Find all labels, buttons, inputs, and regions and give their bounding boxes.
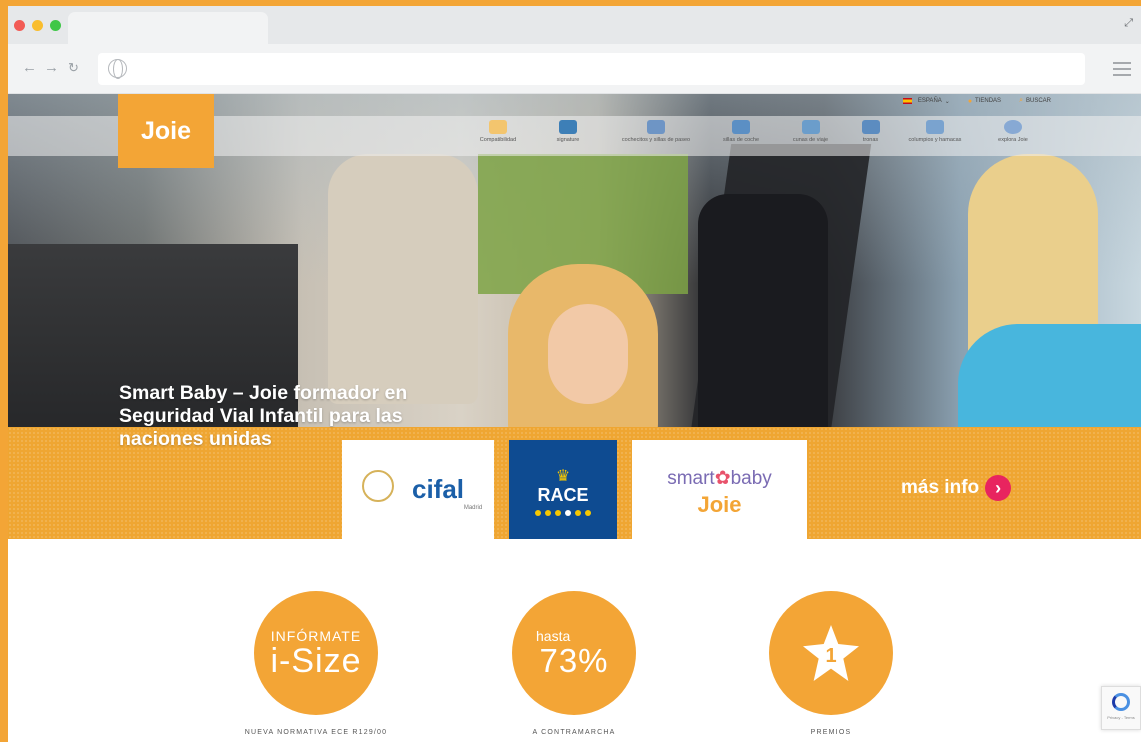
address-bar[interactable]: [98, 53, 1085, 85]
race-dots: [535, 509, 591, 516]
maximize-window-button[interactable]: [50, 20, 61, 31]
feature-isize[interactable]: INFÓRMATE i-Size NUEVA NORMATIVA ECE R12…: [226, 591, 406, 736]
nav-cunas-de-viaje[interactable]: cunas de viaje: [783, 116, 838, 143]
nav-cochecitos[interactable]: cochecitos y sillas de paseo: [606, 116, 706, 143]
feature-circle: INFÓRMATE i-Size: [254, 591, 378, 715]
joie-logo[interactable]: Joie: [118, 94, 214, 168]
hamburger-menu-icon[interactable]: [1113, 62, 1131, 80]
back-button[interactable]: ←: [22, 59, 37, 77]
close-window-button[interactable]: [14, 20, 25, 31]
smartbaby-logo[interactable]: smart✿baby Joie: [632, 440, 807, 539]
search-link[interactable]: ⌕ BUSCAR: [1019, 97, 1051, 105]
highchair-icon: [861, 120, 880, 134]
car-icon: [489, 120, 507, 134]
feature-circle: hasta 73%: [512, 591, 636, 715]
hero-section: Joie ESPAÑA ⌄ ● TIENDAS ⌕ BUSCAR Compatibil…: [8, 94, 1141, 539]
top-utility-nav: ESPAÑA ⌄ ● TIENDAS ⌕ BUSCAR: [902, 97, 1051, 105]
stores-link[interactable]: ● TIENDAS: [968, 97, 1001, 105]
browser-toolbar: ← → ↻: [8, 44, 1141, 94]
reload-button[interactable]: ↻: [68, 59, 79, 77]
globe-icon: [108, 59, 127, 79]
flower-icon: ✿: [714, 467, 731, 489]
tab-bar: ⤢: [8, 6, 1141, 44]
browser-window: ⤢ ← → ↻ Joie ESPAÑA⌄ ●TIENDAS ⌕BUSCAR: [8, 6, 1141, 742]
nav-compatibilidad[interactable]: Compatibilidad: [468, 116, 528, 143]
nav-tronas[interactable]: tronas: [853, 116, 888, 143]
travel-cot-icon: [801, 120, 820, 134]
car-seat-backrest-image: [328, 154, 478, 404]
language-selector[interactable]: ESPAÑA ⌄: [902, 97, 950, 105]
recaptcha-icon: [1112, 693, 1130, 711]
feature-contramarcha[interactable]: hasta 73% A CONTRAMARCHA: [484, 591, 664, 736]
cifal-emblem-icon: [362, 470, 394, 502]
chevron-down-icon: ⌄: [944, 98, 950, 105]
nav-signature[interactable]: signature: [543, 116, 593, 143]
fullscreen-icon[interactable]: ⤢: [1124, 17, 1133, 30]
search-icon: ⌕: [1019, 97, 1023, 104]
site-header: Joie ESPAÑA ⌄ ● TIENDAS ⌕ BUSCAR Compatibil…: [8, 94, 1141, 168]
hero-title: Smart Baby – Joie formador en Seguridad …: [119, 382, 408, 450]
star-icon: 1: [803, 625, 859, 681]
stroller-icon: [647, 120, 665, 134]
nav-sillas-de-coche[interactable]: sillas de coche: [716, 116, 766, 143]
cifal-logo[interactable]: cifal Madrid: [342, 440, 494, 539]
more-info-button[interactable]: más info ›: [901, 475, 1012, 501]
spain-flag-icon: [902, 98, 912, 104]
recaptcha-badge[interactable]: Privacy - Terms: [1101, 686, 1141, 730]
child-car-seat-image: [698, 194, 828, 444]
feature-premios[interactable]: 1 PREMIOS: [741, 591, 921, 736]
chevron-right-icon: ›: [985, 475, 1012, 501]
nav-columpios[interactable]: columpios y hamacas: [900, 116, 970, 143]
signature-icon: [559, 120, 577, 134]
browser-tab[interactable]: [68, 12, 268, 44]
heart-icon: [1004, 120, 1022, 134]
feature-circle: 1: [769, 591, 893, 715]
car-seat-icon: [732, 120, 750, 134]
nav-explora-joie[interactable]: explora Joie: [988, 116, 1038, 143]
location-pin-icon: ●: [967, 97, 973, 105]
category-nav: Compatibilidad signature cochecitos y si…: [468, 116, 1068, 156]
forward-button[interactable]: →: [44, 59, 59, 77]
features-section: INFÓRMATE i-Size NUEVA NORMATIVA ECE R12…: [8, 539, 1141, 742]
swing-icon: [926, 120, 944, 134]
race-logo[interactable]: ♛ RACE: [509, 440, 617, 539]
minimize-window-button[interactable]: [32, 20, 43, 31]
crown-icon: ♛: [555, 467, 571, 485]
